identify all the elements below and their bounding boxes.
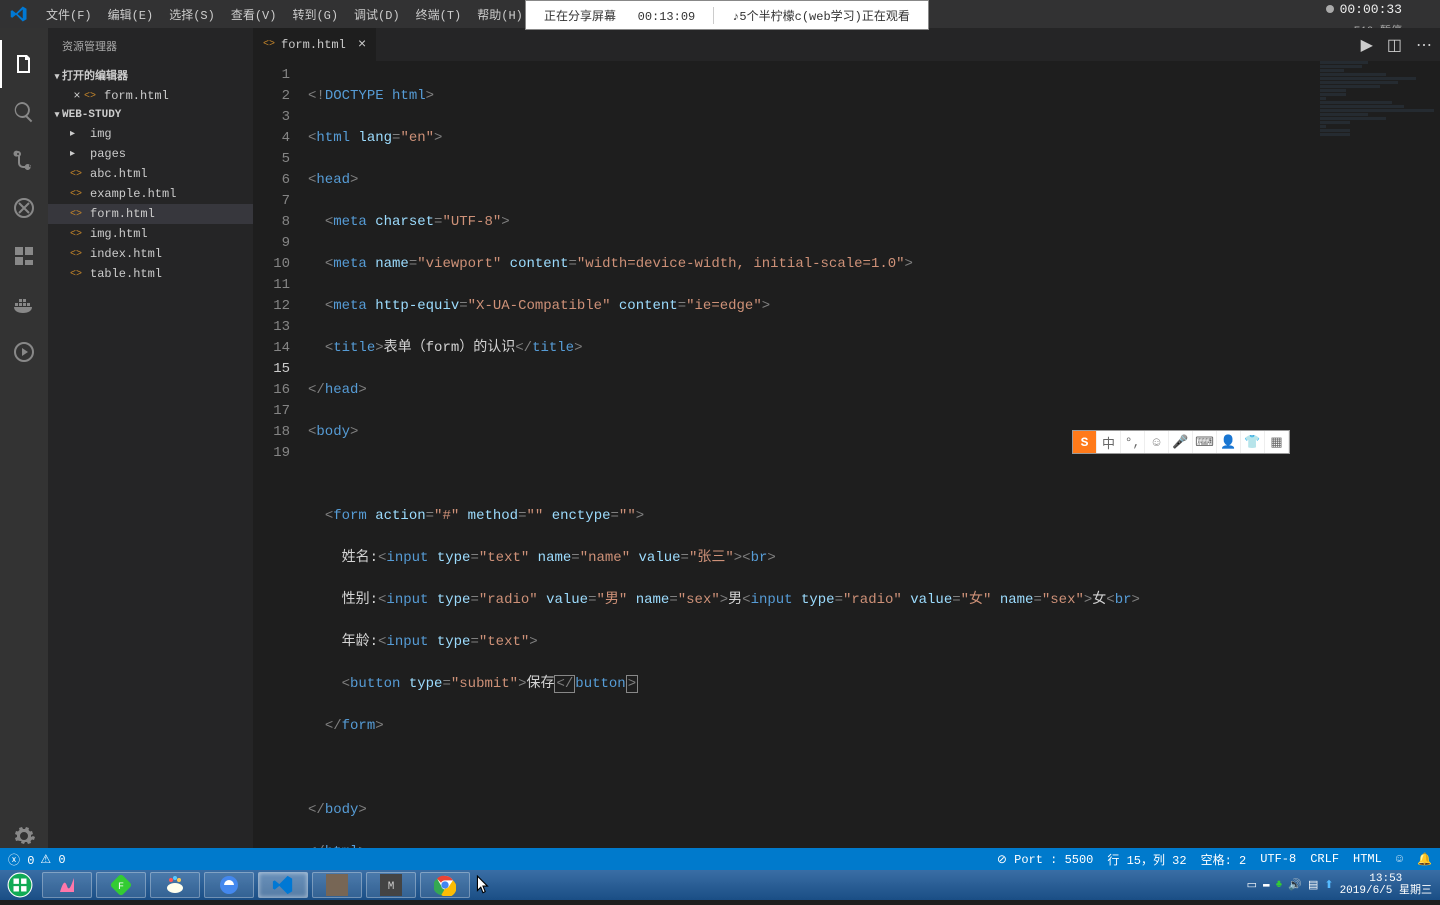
menu-terminal[interactable]: 终端(T) <box>408 6 470 23</box>
live-share-icon[interactable] <box>0 328 48 376</box>
tray-icon[interactable]: ▭ <box>1247 878 1257 892</box>
open-editors-header[interactable]: ▾打开的编辑器 <box>48 64 253 86</box>
tray-icon[interactable]: ♣ <box>1276 879 1283 891</box>
workspace-header[interactable]: ▾WEB-STUDY <box>48 106 253 124</box>
ime-tool-icon[interactable]: ▦ <box>1265 431 1289 453</box>
ime-lang[interactable]: 中 <box>1097 431 1121 453</box>
taskbar-app-1[interactable] <box>42 872 92 898</box>
status-lang[interactable]: HTML <box>1353 852 1382 866</box>
windows-taskbar: F M ▭ ▬ ♣ 🔊 ▤ ⬆ 13:53 2019/6/5 星期三 <box>0 870 1440 900</box>
tray-icon[interactable]: ⬆ <box>1324 878 1333 892</box>
svg-text:F: F <box>118 882 124 893</box>
debug-icon[interactable] <box>0 184 48 232</box>
ime-skin-icon[interactable]: 👕 <box>1241 431 1265 453</box>
taskbar-clock[interactable]: 13:53 2019/6/5 星期三 <box>1340 873 1432 897</box>
tab-actions: ▶ ◫ ⋯ <box>1361 28 1440 61</box>
run-icon[interactable]: ▶ <box>1361 35 1373 55</box>
menu-help[interactable]: 帮助(H) <box>469 6 531 23</box>
status-encoding[interactable]: UTF-8 <box>1260 852 1296 866</box>
search-icon[interactable] <box>0 88 48 136</box>
taskbar-chrome[interactable] <box>420 872 470 898</box>
status-bar: ⓧ 0 ⚠ 0 ⊘ Port : 5500 行 15，列 32 空格: 2 UT… <box>0 848 1440 870</box>
record-timer: 00:00:33 <box>1326 2 1402 17</box>
more-icon[interactable]: ⋯ <box>1416 35 1432 55</box>
status-warnings[interactable]: ⚠ 0 <box>40 852 65 867</box>
screen-share-banner: 正在分享屏幕 00:13:09 ♪5个半柠檬c(web学习)正在观看 <box>525 0 929 30</box>
ime-keyboard-icon[interactable]: ⌨ <box>1193 431 1217 453</box>
file-item-img-html[interactable]: <>img.html <box>48 224 253 244</box>
sogou-logo-icon[interactable]: S <box>1073 431 1097 453</box>
menu-debug[interactable]: 调试(D) <box>346 6 408 23</box>
taskbar-app-5[interactable] <box>312 872 362 898</box>
menu-edit[interactable]: 编辑(E) <box>100 6 162 23</box>
taskbar-vscode[interactable] <box>258 872 308 898</box>
cursor-icon <box>476 875 490 895</box>
watching-label: ♪5个半柠檬c(web学习)正在观看 <box>714 7 928 24</box>
close-icon[interactable]: × <box>70 89 84 103</box>
status-errors[interactable]: ⓧ 0 <box>8 851 34 868</box>
taskbar-app-3[interactable] <box>150 872 200 898</box>
tray-icon[interactable]: ▤ <box>1308 878 1318 892</box>
docker-icon[interactable] <box>0 280 48 328</box>
minimap[interactable] <box>1320 61 1440 261</box>
status-port[interactable]: ⊘ Port : 5500 <box>997 852 1093 867</box>
ime-user-icon[interactable]: 👤 <box>1217 431 1241 453</box>
status-spaces[interactable]: 空格: 2 <box>1201 851 1247 868</box>
svg-text:M: M <box>388 881 395 893</box>
start-button[interactable] <box>0 870 40 900</box>
ime-face-icon[interactable]: ☺ <box>1145 431 1169 453</box>
status-feedback-icon[interactable]: ☺ <box>1396 852 1403 866</box>
sidebar-title: 资源管理器 <box>48 28 253 64</box>
split-icon[interactable]: ◫ <box>1387 35 1402 55</box>
file-item-example-html[interactable]: <>example.html <box>48 184 253 204</box>
status-cursor[interactable]: 行 15，列 32 <box>1107 851 1186 868</box>
menu-file[interactable]: 文件(F) <box>38 6 100 23</box>
menu-select[interactable]: 选择(S) <box>161 6 223 23</box>
taskbar-app-2[interactable]: F <box>96 872 146 898</box>
vscode-logo-icon <box>10 5 28 23</box>
sharing-duration: 00:13:09 <box>638 10 696 24</box>
ime-punct-icon[interactable]: °, <box>1121 431 1145 453</box>
tray-volume-icon[interactable]: 🔊 <box>1288 878 1302 892</box>
menu-view[interactable]: 查看(V) <box>223 6 285 23</box>
tab-close-icon[interactable]: × <box>352 37 366 53</box>
file-item-index-html[interactable]: <>index.html <box>48 244 253 264</box>
file-item-img[interactable]: ▸img <box>48 124 253 144</box>
tab-bar: <> form.html × ▶ ◫ ⋯ <box>253 28 1440 61</box>
sharing-label: 正在分享屏幕 <box>544 10 616 24</box>
extensions-icon[interactable] <box>0 232 48 280</box>
ime-toolbar[interactable]: S 中 °, ☺ 🎤 ⌨ 👤 👕 ▦ <box>1072 430 1290 454</box>
sidebar: 资源管理器 ▾打开的编辑器 ×<>form.html ▾WEB-STUDY ▸i… <box>48 28 253 870</box>
system-tray[interactable]: ▭ ▬ ♣ 🔊 ▤ ⬆ 13:53 2019/6/5 星期三 <box>1247 873 1440 897</box>
menu-goto[interactable]: 转到(G) <box>284 6 346 23</box>
tray-icon[interactable]: ▬ <box>1263 879 1270 891</box>
activity-bar <box>0 28 48 870</box>
file-item-table-html[interactable]: <>table.html <box>48 264 253 284</box>
code-editor[interactable]: 12345678910111213141516171819 <!DOCTYPE … <box>253 61 1440 905</box>
open-editor-item[interactable]: ×<>form.html <box>48 86 253 106</box>
taskbar-app-4[interactable] <box>204 872 254 898</box>
taskbar-app-6[interactable]: M <box>366 872 416 898</box>
status-eol[interactable]: CRLF <box>1310 852 1339 866</box>
ime-mic-icon[interactable]: 🎤 <box>1169 431 1193 453</box>
file-item-form-html[interactable]: <>form.html <box>48 204 253 224</box>
file-item-abc-html[interactable]: <>abc.html <box>48 164 253 184</box>
status-bell-icon[interactable]: 🔔 <box>1417 852 1432 867</box>
tab-label: form.html <box>281 38 346 52</box>
source-control-icon[interactable] <box>0 136 48 184</box>
tab-form-html[interactable]: <> form.html × <box>253 28 376 61</box>
explorer-icon[interactable] <box>0 40 48 88</box>
file-item-pages[interactable]: ▸pages <box>48 144 253 164</box>
